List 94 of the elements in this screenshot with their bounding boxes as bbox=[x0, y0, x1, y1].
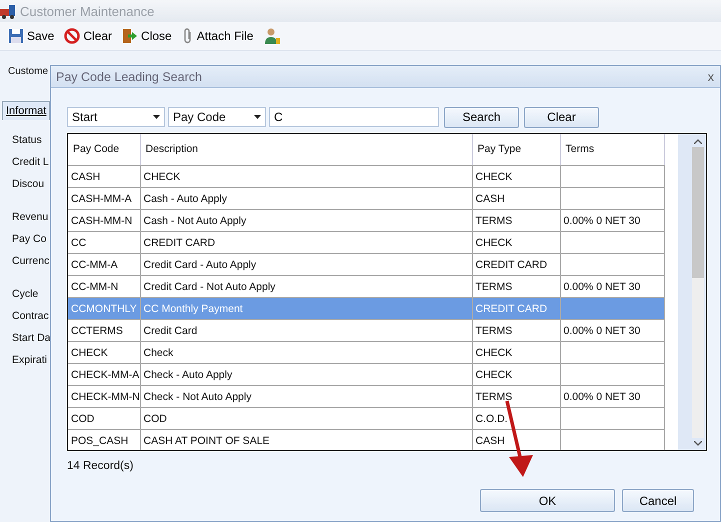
table-cell: TERMS bbox=[476, 324, 512, 336]
table-cell: CHECK bbox=[476, 170, 512, 182]
dropdown-arrow-icon bbox=[153, 115, 160, 119]
scrollbar[interactable] bbox=[678, 134, 706, 450]
field-label: Discou bbox=[12, 177, 44, 192]
search-button[interactable]: Search bbox=[444, 106, 519, 128]
table-cell: CASH-MM-N bbox=[71, 214, 132, 226]
table-row[interactable]: CASH-MM-A Cash - Auto Apply CASH bbox=[68, 188, 664, 210]
table-cell: Credit Card - Not Auto Apply bbox=[144, 280, 276, 292]
table-cell: 0.00% 0 NET 30 bbox=[564, 214, 640, 226]
table-cell: TERMS bbox=[476, 280, 512, 292]
table-cell: Credit Card - Auto Apply bbox=[144, 258, 256, 270]
table-row[interactable]: CHECK Check CHECK bbox=[68, 342, 664, 364]
table-row[interactable]: CHECK-MM-A Check - Auto Apply CHECK bbox=[68, 364, 664, 386]
table-cell: POS_CASH bbox=[71, 434, 128, 446]
table-row[interactable]: COD COD C.O.D. bbox=[68, 408, 664, 430]
scroll-up-icon bbox=[694, 139, 702, 144]
field-label: Pay Co bbox=[12, 232, 46, 247]
search-field[interactable]: C bbox=[269, 107, 439, 127]
toolbar-button[interactable]: Close bbox=[120, 27, 174, 45]
match-dropdown[interactable]: Start bbox=[67, 107, 165, 127]
user-tools-icon bbox=[263, 27, 282, 45]
table-cell: CCTERMS bbox=[71, 324, 123, 336]
table-cell: C.O.D. bbox=[476, 412, 508, 424]
table-cell: CC-MM-N bbox=[71, 280, 118, 292]
table-cell: CASH bbox=[71, 170, 100, 182]
ok-button[interactable]: OK bbox=[480, 489, 615, 512]
clear-button[interactable]: Clear bbox=[524, 106, 599, 128]
table-cell: Cash - Auto Apply bbox=[144, 192, 227, 204]
table-cell: 0.00% 0 NET 30 bbox=[564, 390, 640, 402]
field-label: Revenu bbox=[12, 210, 48, 225]
toolbar-button[interactable]: Attach File bbox=[180, 27, 256, 45]
table-cell: 0.00% 0 NET 30 bbox=[564, 280, 640, 292]
table-row[interactable]: CC CREDIT CARD CHECK bbox=[68, 232, 664, 254]
table-cell: Check bbox=[144, 346, 174, 358]
table-row[interactable]: CC-MM-A Credit Card - Auto Apply CREDIT CARD bbox=[68, 254, 664, 276]
table-cell: Check - Not Auto Apply bbox=[144, 390, 252, 402]
table-cell: CASH-MM-A bbox=[71, 192, 132, 204]
column-header[interactable]: Pay Code bbox=[68, 134, 140, 166]
record-count: 14 Record(s) bbox=[67, 460, 134, 472]
table-row[interactable]: CCTERMS Credit Card TERMS 0.00% 0 NET 30 bbox=[68, 320, 664, 342]
table-cell: CREDIT CARD bbox=[144, 236, 216, 248]
prohibited-icon bbox=[64, 28, 80, 44]
field-label: Contrac bbox=[12, 309, 49, 324]
table-cell: CHECK bbox=[476, 346, 512, 358]
scroll-down-icon bbox=[694, 441, 702, 446]
cancel-button[interactable]: Cancel bbox=[622, 489, 694, 512]
table-cell: CC Monthly Payment bbox=[144, 302, 243, 314]
table-row[interactable]: CHECK-MM-N Check - Not Auto Apply TERMS 0.00% 0 NET 30 bbox=[68, 386, 664, 408]
customer-label: Custome bbox=[8, 66, 48, 77]
table-cell: CREDIT CARD bbox=[476, 258, 548, 270]
table-cell: CC-MM-A bbox=[71, 258, 118, 270]
table-cell: CASH bbox=[476, 434, 505, 446]
table-cell: CHECK bbox=[71, 346, 108, 358]
field-label: Start Da bbox=[12, 331, 51, 346]
table-cell: CHECK-MM-N bbox=[71, 390, 140, 402]
table-cell: Check - Auto Apply bbox=[144, 368, 232, 380]
table-cell: COD bbox=[144, 412, 167, 424]
column-header[interactable]: Pay Type bbox=[472, 134, 560, 166]
table-cell: CC bbox=[71, 236, 86, 248]
table-cell: CHECK-MM-A bbox=[71, 368, 140, 380]
table-cell: CHECK bbox=[476, 236, 512, 248]
column-header[interactable]: Terms bbox=[560, 134, 664, 166]
table-cell: Credit Card bbox=[144, 324, 198, 336]
door-exit-icon bbox=[122, 28, 138, 44]
table-row[interactable]: CASH-MM-N Cash - Not Auto Apply TERMS 0.00% 0 NET 30 bbox=[68, 210, 664, 232]
toolbar-button[interactable]: Save bbox=[6, 27, 56, 45]
table-cell: CREDIT CARD bbox=[476, 302, 548, 314]
table-cell: CHECK bbox=[144, 170, 180, 182]
table-cell: CASH bbox=[476, 192, 505, 204]
table-cell: 0.00% 0 NET 30 bbox=[564, 324, 640, 336]
table-cell: Cash - Not Auto Apply bbox=[144, 214, 246, 226]
field-label: Expirati bbox=[12, 353, 48, 368]
field-label: Credit L bbox=[12, 155, 49, 170]
information-tab[interactable]: Informat bbox=[2, 101, 50, 120]
dropdown-arrow-icon bbox=[254, 115, 261, 119]
field-dropdown[interactable]: Pay Code bbox=[168, 107, 266, 127]
table-cell: TERMS bbox=[476, 390, 512, 402]
truck-icon bbox=[0, 3, 16, 19]
table-row[interactable]: POS_CASH CASH AT POINT OF SALE CASH bbox=[68, 430, 664, 450]
table-cell: COD bbox=[71, 412, 94, 424]
dialog-title: Pay Code Leading Search bbox=[56, 70, 202, 84]
window-title: Customer Maintenance bbox=[20, 4, 154, 18]
field-label: Status bbox=[12, 133, 42, 148]
dialog-close-button[interactable]: x bbox=[706, 70, 716, 84]
field-label: Currenc bbox=[12, 254, 50, 269]
column-header[interactable]: Description bbox=[140, 134, 472, 166]
table-cell: TERMS bbox=[476, 214, 512, 226]
field-label: Cycle bbox=[12, 287, 38, 302]
toolbar-button[interactable]: Clear bbox=[62, 27, 114, 45]
table-cell: CASH AT POINT OF SALE bbox=[144, 434, 270, 446]
table-cell: CHECK bbox=[476, 368, 512, 380]
table-cell: CCMONTHLY bbox=[71, 302, 137, 314]
table-row[interactable]: CASH CHECK CHECK bbox=[68, 166, 664, 188]
